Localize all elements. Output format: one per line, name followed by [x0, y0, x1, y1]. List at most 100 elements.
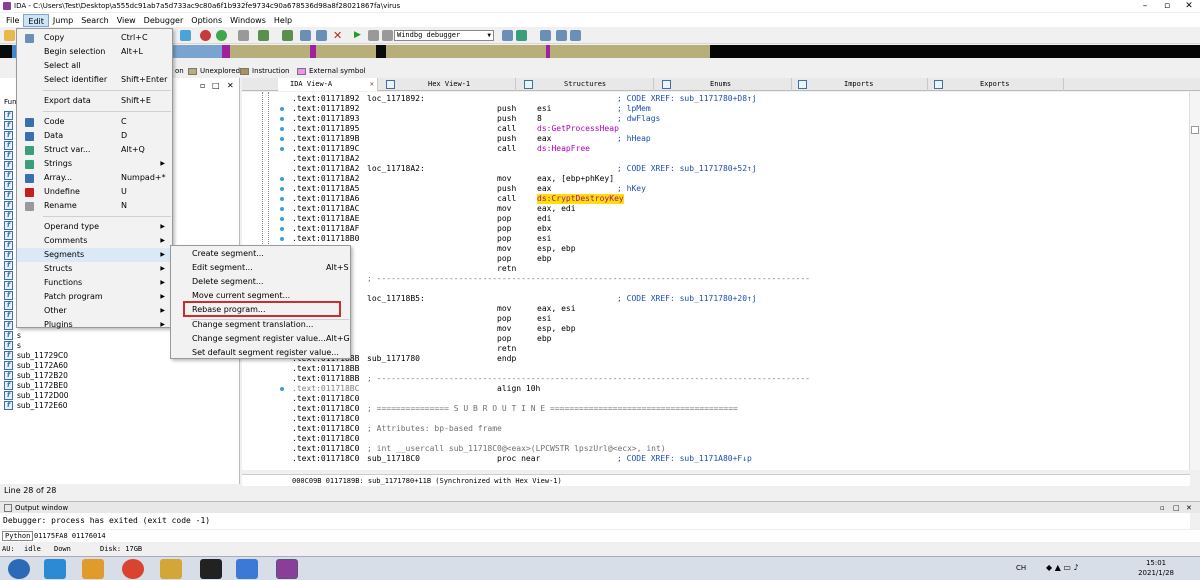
edit-menu-item[interactable]: Array... Numpad+*	[17, 171, 172, 185]
edit-menu-item[interactable]: Code C	[17, 115, 172, 129]
code-line[interactable]: .text:011718B0 pop esi	[292, 234, 1182, 244]
panel-restore-icon[interactable]: ▫	[200, 81, 205, 90]
close-tab-icon[interactable]: ✕	[370, 78, 374, 91]
function-list-item[interactable]: fs	[4, 340, 21, 350]
chrome-icon[interactable]	[122, 559, 144, 579]
code-line[interactable]: .text:011718C0	[292, 394, 1182, 404]
edit-menu-item[interactable]: Other ▶	[17, 304, 172, 318]
record-icon[interactable]	[200, 30, 211, 41]
disassembly-view[interactable]: .text:01171892 loc_1171892: ; CODE XREF: s…	[242, 92, 1190, 470]
media-icon[interactable]	[82, 559, 104, 579]
code-line[interactable]: .text:011718A2 loc_11718A2: ; CODE XREF: s…	[292, 164, 1182, 174]
breakpoint-dot[interactable]	[280, 177, 284, 181]
segments-menu-item[interactable]: Move current segment...	[171, 289, 350, 303]
ida-taskbar-icon[interactable]	[276, 559, 298, 579]
menu-options[interactable]: Options	[187, 14, 226, 27]
graph-icon[interactable]	[300, 30, 311, 41]
breakpoint-dot[interactable]	[280, 387, 284, 391]
code-line[interactable]: .text:011718C0 ; int __usercall sub_11718…	[292, 444, 1182, 454]
menu-edit[interactable]: Edit	[23, 13, 49, 27]
breakpoint-dot[interactable]	[280, 137, 284, 141]
segments-menu-item[interactable]: Change segment register value... Alt+G	[171, 332, 350, 346]
tab-exports[interactable]: Exports	[946, 78, 1064, 91]
start-icon[interactable]	[8, 559, 30, 579]
segments-menu-item[interactable]: Create segment...	[171, 247, 350, 261]
breakpoint-dot[interactable]	[280, 187, 284, 191]
menu-windows[interactable]: Windows	[226, 14, 270, 27]
folder-icon[interactable]	[160, 559, 182, 579]
edit-menu-item[interactable]: Struct var... Alt+Q	[17, 143, 172, 157]
edit-menu-item[interactable]: Copy Ctrl+C	[17, 31, 172, 45]
code-line[interactable]: .text:011718C0 sub_11718C0 proc near ; CODE…	[292, 454, 1182, 464]
code-line[interactable]: ; --------------------------------------…	[292, 274, 1182, 284]
edit-menu-item[interactable]: Plugins ▶	[17, 318, 172, 332]
code-line[interactable]: .text:01171893 push 8 ; dwFlags	[292, 114, 1182, 124]
code-line[interactable]: .text:011718C0 ; =============== S U B R …	[292, 404, 1182, 414]
edit-menu-item[interactable]: Rename N	[17, 199, 172, 213]
breakpoint-dot[interactable]	[280, 147, 284, 151]
stop-icon[interactable]	[382, 30, 393, 41]
code-line[interactable]: .text:011718AE pop edi	[292, 214, 1182, 224]
segments-menu-item[interactable]: Set default segment register value...	[171, 346, 350, 360]
pause-icon[interactable]	[368, 30, 379, 41]
segments-menu-item[interactable]: Edit segment... Alt+S	[171, 261, 350, 275]
code-line[interactable]: .text:011718AF pop ebx	[292, 224, 1182, 234]
debugger-select[interactable]: Windbg debugger ▼	[394, 30, 494, 41]
code-line[interactable]: mov esp, ebp	[292, 244, 1182, 254]
menu-view[interactable]: View	[113, 14, 140, 27]
attach-icon[interactable]	[502, 30, 513, 41]
maximize-button[interactable]: ▫	[1156, 0, 1178, 12]
clock[interactable]: 15:01 2021/1/28	[1138, 558, 1174, 578]
green-dot-icon[interactable]	[216, 30, 227, 41]
breakpoint-dot[interactable]	[280, 117, 284, 121]
edit-menu-item[interactable]: Select identifier Shift+Enter	[17, 73, 172, 87]
menu-debugger[interactable]: Debugger	[140, 14, 188, 27]
arrow-icon[interactable]	[258, 30, 269, 41]
edit-menu-item[interactable]: Functions ▶	[17, 276, 172, 290]
code-line[interactable]: .text:0117189B push eax ; hHeap	[292, 134, 1182, 144]
code-line[interactable]: mov eax, esi	[292, 304, 1182, 314]
minimize-button[interactable]: –	[1134, 0, 1156, 12]
tab-enums[interactable]: Enums	[674, 78, 792, 91]
ie-icon[interactable]	[44, 559, 66, 579]
breakpoint-dot[interactable]	[280, 237, 284, 241]
edit-menu-item[interactable]: Strings ▶	[17, 157, 172, 171]
code-line[interactable]: .text:011718BBsub_1171780endp	[292, 354, 1182, 364]
edit-menu-item[interactable]: Structs ▶	[17, 262, 172, 276]
breakpoint-dot[interactable]	[280, 217, 284, 221]
code-line[interactable]: .text:011718BB	[292, 364, 1182, 374]
tray-icons[interactable]: ◆ ▲ ▭ ♪	[1046, 563, 1079, 572]
edit-menu-item[interactable]: Comments ▶	[17, 234, 172, 248]
tab-ida-view-a[interactable]: IDA View-A ✕	[278, 78, 378, 91]
menu-search[interactable]: Search	[77, 14, 112, 27]
breakpoint-dot[interactable]	[280, 127, 284, 131]
function-list-item[interactable]: f sub_1172BE0	[4, 380, 68, 390]
7zip-icon[interactable]	[200, 559, 222, 579]
panel-close-icon[interactable]: ✕	[227, 81, 234, 90]
code-line[interactable]: .text:0117189C call ds:HeapFree	[292, 144, 1182, 154]
language-indicator[interactable]: CH	[1016, 564, 1026, 572]
arrow-icon-2[interactable]	[282, 30, 293, 41]
navigation-band[interactable]	[0, 45, 1200, 59]
breakpoint-dot[interactable]	[280, 207, 284, 211]
code-line[interactable]: .text:011718A5 push eax ; hKey	[292, 184, 1182, 194]
code-line[interactable]: pop ebp	[292, 254, 1182, 264]
edit-menu-item[interactable]: Segments ▶	[17, 248, 172, 262]
edit-menu-item[interactable]: Data D	[17, 129, 172, 143]
edit-menu-item[interactable]: Select all	[17, 59, 172, 73]
code-line[interactable]: .text:011718A2 mov eax, [ebp+phKey]	[292, 174, 1182, 184]
code-line[interactable]: .text:01171892 loc_1171892: ; CODE XREF: s…	[292, 94, 1182, 104]
menu-help[interactable]: Help	[270, 14, 296, 27]
code-line[interactable]: .text:011718A6 call ds:CryptDestroyKey	[292, 194, 1182, 204]
tab-hex-view-1[interactable]: Hex View-1	[398, 78, 516, 91]
code-line[interactable]: pop esi	[292, 314, 1182, 324]
edit-menu-item[interactable]: Undefine U	[17, 185, 172, 199]
code-line[interactable]: mov esp, ebp	[292, 324, 1182, 334]
breakpoint-dot[interactable]	[280, 227, 284, 231]
code-line[interactable]: .text:011718C0	[292, 414, 1182, 424]
python-button[interactable]: Python	[2, 531, 34, 541]
code-line[interactable]: .text:011718BB ; ------------------------…	[292, 374, 1182, 384]
code-line[interactable]: retn	[292, 344, 1182, 354]
code-line[interactable]: retn	[292, 264, 1182, 274]
code-line[interactable]: .text:011718C0	[292, 434, 1182, 444]
